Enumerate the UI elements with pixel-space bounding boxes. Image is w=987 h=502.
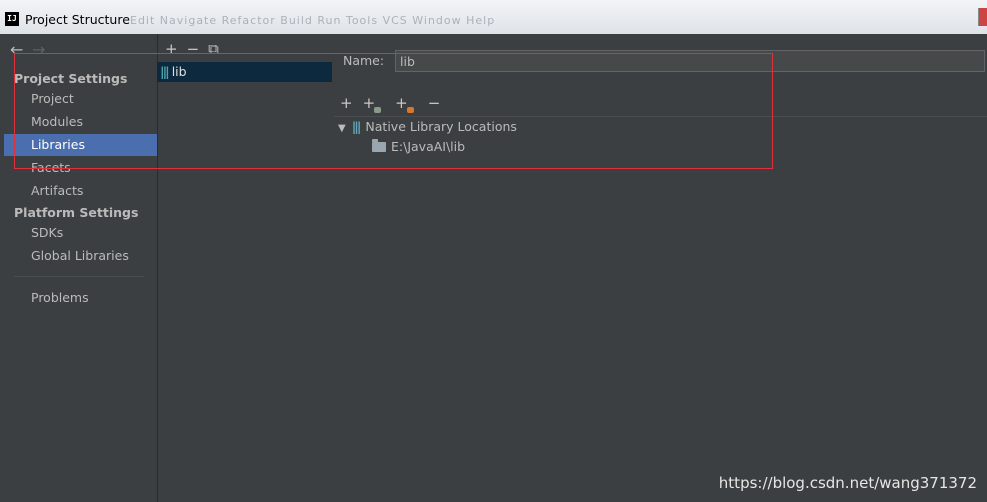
intellij-app-icon: IJ [5,12,19,26]
sidebar-divider [14,276,144,277]
window-titlebar: IJ Project Structure Edit Navigate Refac… [0,0,987,35]
attach-files-icon[interactable]: + [363,94,386,113]
back-arrow-icon[interactable]: ← [10,40,32,59]
name-label: Name: [343,53,385,68]
window-title: Project Structure [25,12,130,27]
tree-node-native-locations[interactable]: ▼ ||| Native Library Locations [338,119,517,137]
native-library-icon: ||| [351,119,362,134]
toolbar-divider [334,116,987,117]
library-list-item[interactable]: ||| lib [157,62,332,82]
library-name-field[interactable] [395,50,985,72]
expand-triangle-icon[interactable]: ▼ [338,123,346,134]
copy-library-icon[interactable]: ⧉ [208,40,219,58]
library-item-label: lib [171,64,187,79]
remove-root-icon[interactable]: − [428,94,441,112]
add-library-icon[interactable]: + [165,40,178,58]
remove-library-icon[interactable]: − [187,40,200,58]
sidebar-item-global-libraries[interactable]: Global Libraries [4,245,157,267]
forward-arrow-icon[interactable]: → [32,40,54,59]
libraries-list-panel [157,34,335,502]
platform-settings-header: Platform Settings [14,205,139,220]
sidebar-item-project[interactable]: Project [4,88,157,110]
sidebar-item-problems[interactable]: Problems [4,287,157,309]
sidebar-item-libraries[interactable]: Libraries [4,134,157,156]
libraries-toolbar: + − ⧉ [165,40,228,58]
add-native-library-icon[interactable]: + [395,94,418,113]
sidebar-item-modules[interactable]: Modules [4,111,157,133]
folder-icon [372,139,386,152]
tree-path-label: E:\JavaAI\lib [391,139,466,154]
sidebar-item-facets[interactable]: Facets [4,157,157,179]
add-root-icon[interactable]: + [340,94,353,112]
library-icon: ||| [160,64,170,79]
ghost-menu-bar: Edit Navigate Refactor Build Run Tools V… [130,14,496,27]
sidebar-item-artifacts[interactable]: Artifacts [4,180,157,202]
tree-node-label: Native Library Locations [365,119,517,134]
sidebar-item-sdks[interactable]: SDKs [4,222,157,244]
history-navigation: ← → [10,40,54,59]
project-settings-header: Project Settings [14,71,128,86]
library-roots-toolbar: + + + − [340,94,450,113]
tree-node-path[interactable]: E:\JavaAI\lib [372,139,465,155]
close-window-button[interactable] [978,8,987,26]
watermark-url: https://blog.csdn.net/wang371372 [718,474,977,492]
